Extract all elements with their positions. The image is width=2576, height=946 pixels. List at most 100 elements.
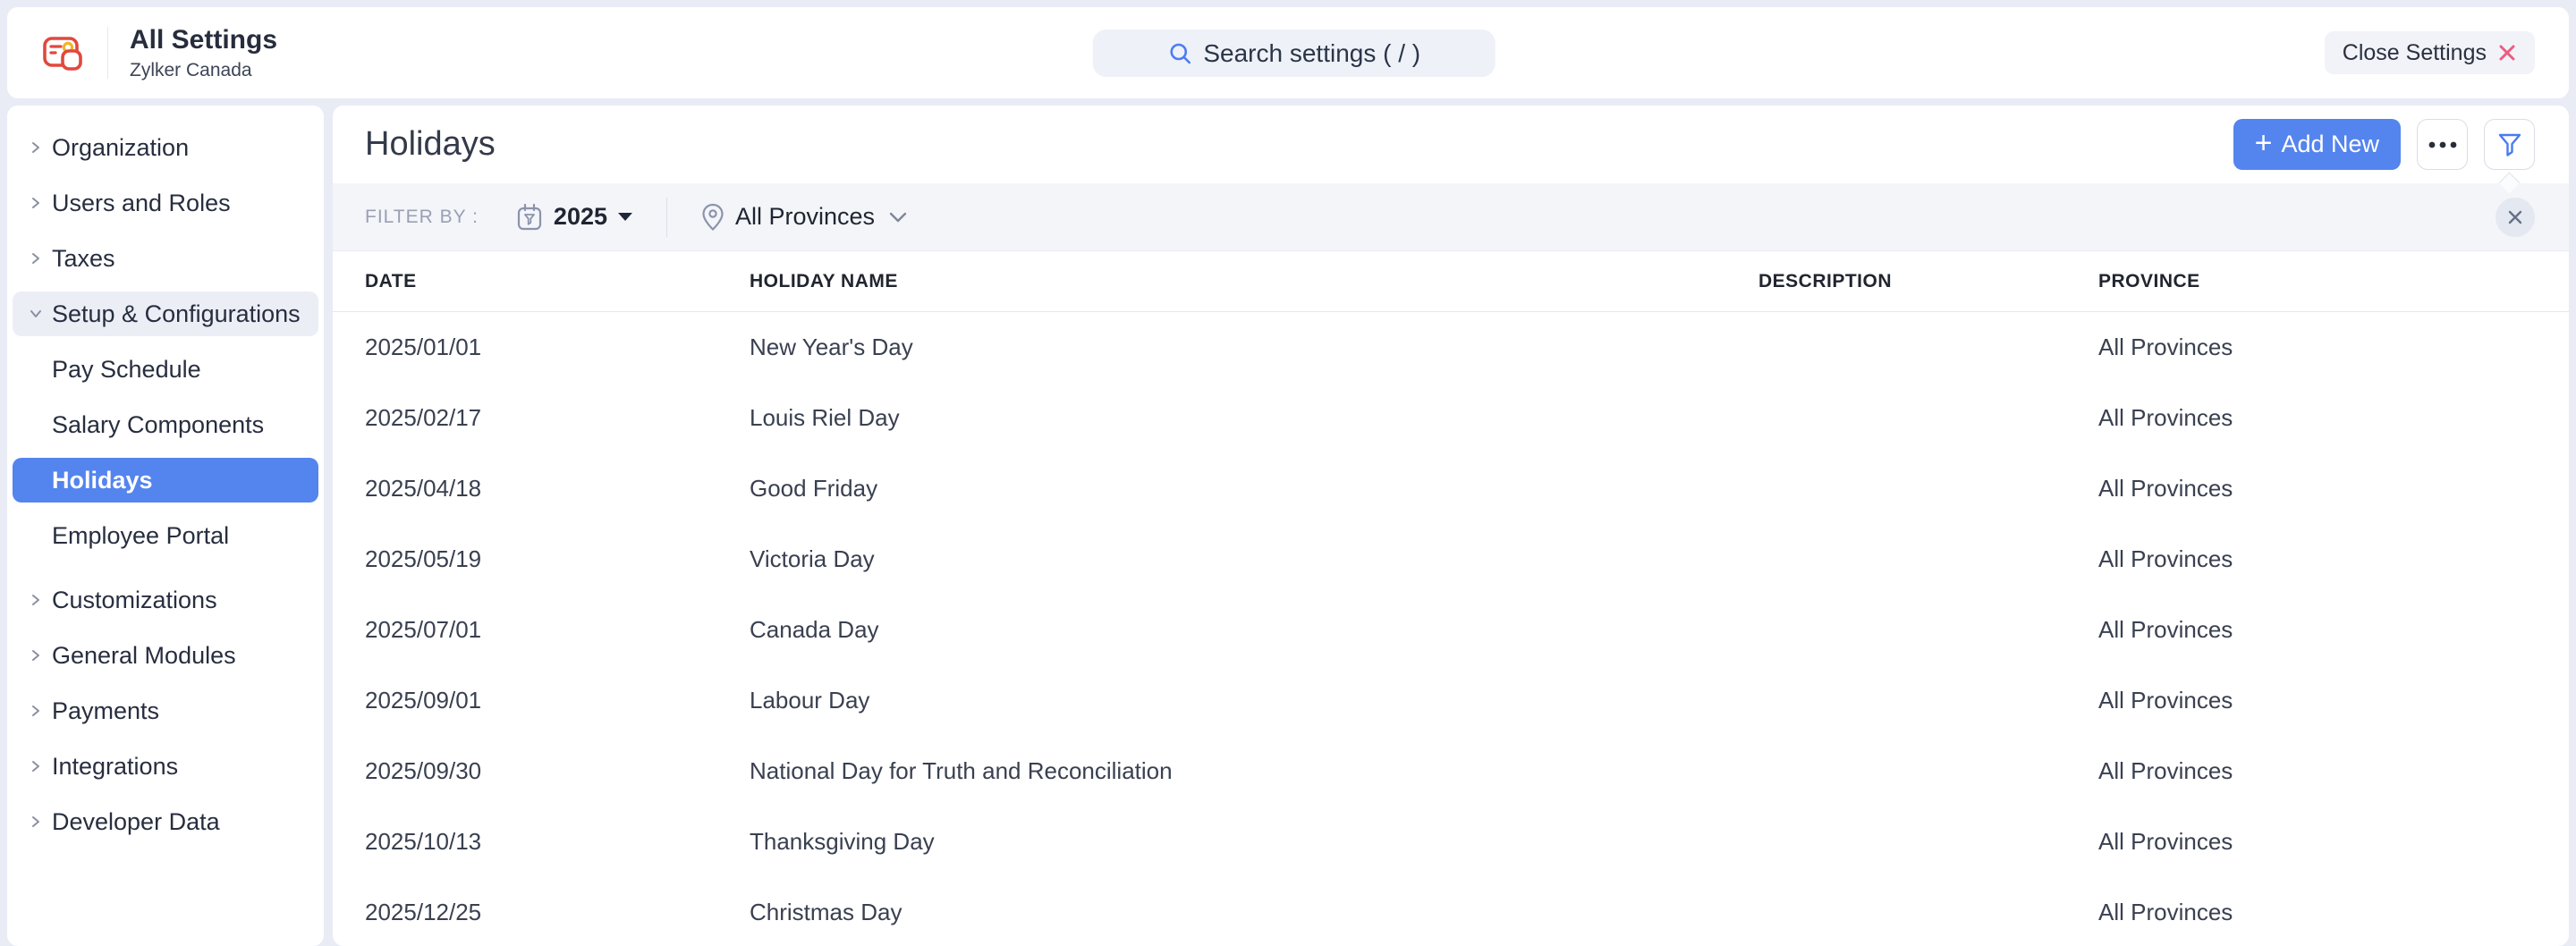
close-icon xyxy=(2497,43,2517,63)
top-header: All Settings Zylker Canada Search settin… xyxy=(7,7,2569,98)
header-divider xyxy=(107,27,108,79)
year-filter-value: 2025 xyxy=(554,203,607,231)
sidebar-item-general-modules[interactable]: General Modules xyxy=(13,633,318,678)
organization-name: Zylker Canada xyxy=(130,60,277,81)
cell-date: 2025/04/18 xyxy=(365,475,750,503)
plus-icon: + xyxy=(2255,128,2273,158)
caret-down-icon xyxy=(618,213,632,221)
cell-holiday-name: Victoria Day xyxy=(750,545,1758,573)
filter-button[interactable] xyxy=(2484,119,2535,170)
year-filter-dropdown[interactable]: 2025 xyxy=(516,203,632,232)
sidebar-item-label: Employee Portal xyxy=(52,522,229,550)
search-input[interactable]: Search settings ( / ) xyxy=(1093,30,1496,77)
payroll-logo-icon xyxy=(41,31,88,74)
cell-province: All Provinces xyxy=(2098,899,2569,926)
clear-filter-button[interactable] xyxy=(2496,198,2535,237)
table-row[interactable]: 2025/07/01 Canada Day All Provinces xyxy=(333,595,2569,665)
cell-province: All Provinces xyxy=(2098,334,2569,361)
sidebar-item-employee-portal[interactable]: Employee Portal xyxy=(13,513,318,558)
table-row[interactable]: 2025/09/30 National Day for Truth and Re… xyxy=(333,736,2569,807)
sidebar-item-customizations[interactable]: Customizations xyxy=(13,578,318,622)
sidebar-item-payments[interactable]: Payments xyxy=(13,688,318,733)
add-new-label: Add New xyxy=(2281,131,2379,158)
sidebar-item-salary-components[interactable]: Salary Components xyxy=(13,402,318,447)
chevron-right-icon xyxy=(29,140,43,155)
table-row[interactable]: 2025/04/18 Good Friday All Provinces xyxy=(333,453,2569,524)
chevron-right-icon xyxy=(29,196,43,210)
table-row[interactable]: 2025/09/01 Labour Day All Provinces xyxy=(333,665,2569,736)
sidebar-item-label: Pay Schedule xyxy=(52,356,201,384)
cell-province: All Provinces xyxy=(2098,828,2569,856)
filter-by-label: FILTER BY : xyxy=(365,207,479,228)
sidebar-item-label: Setup & Configurations xyxy=(52,300,301,328)
cell-province: All Provinces xyxy=(2098,475,2569,503)
cell-date: 2025/09/01 xyxy=(365,687,750,714)
sidebar-item-integrations[interactable]: Integrations xyxy=(13,744,318,789)
table-row[interactable]: 2025/10/13 Thanksgiving Day All Province… xyxy=(333,807,2569,877)
table-header-row: DATE HOLIDAY NAME DESCRIPTION PROVINCE xyxy=(333,251,2569,312)
section-title: Holidays xyxy=(365,125,496,164)
table-row[interactable]: 2025/12/25 Christmas Day All Provinces xyxy=(333,877,2569,946)
province-filter-dropdown[interactable]: All Provinces xyxy=(701,203,907,232)
cell-date: 2025/09/30 xyxy=(365,757,750,785)
holidays-panel: Holidays + Add New FILTER BY : xyxy=(333,106,2569,946)
cell-date: 2025/02/17 xyxy=(365,404,750,432)
cell-date: 2025/10/13 xyxy=(365,828,750,856)
calendar-filter-icon xyxy=(516,203,543,232)
sidebar-item-taxes[interactable]: Taxes xyxy=(13,236,318,281)
table-row[interactable]: 2025/01/01 New Year's Day All Provinces xyxy=(333,312,2569,383)
chevron-right-icon xyxy=(29,593,43,607)
table-row[interactable]: 2025/02/17 Louis Riel Day All Provinces xyxy=(333,383,2569,453)
sidebar-item-users-and-roles[interactable]: Users and Roles xyxy=(13,181,318,225)
settings-sidebar: Organization Users and Roles Taxes Setup… xyxy=(7,106,324,946)
location-pin-icon xyxy=(701,203,724,232)
column-header-holiday-name: HOLIDAY NAME xyxy=(750,271,1758,292)
close-settings-button[interactable]: Close Settings xyxy=(2325,31,2535,74)
filter-divider xyxy=(666,198,667,237)
column-header-date: DATE xyxy=(365,271,750,292)
cell-holiday-name: Christmas Day xyxy=(750,899,1758,926)
cell-province: All Provinces xyxy=(2098,616,2569,644)
sidebar-item-holidays[interactable]: Holidays xyxy=(13,458,318,503)
cell-holiday-name: Thanksgiving Day xyxy=(750,828,1758,856)
cell-date: 2025/05/19 xyxy=(365,545,750,573)
sidebar-item-label: Salary Components xyxy=(52,411,264,439)
sidebar-item-label: Integrations xyxy=(52,753,178,781)
cell-holiday-name: New Year's Day xyxy=(750,334,1758,361)
cell-date: 2025/07/01 xyxy=(365,616,750,644)
more-options-button[interactable] xyxy=(2417,119,2468,170)
cell-holiday-name: Louis Riel Day xyxy=(750,404,1758,432)
column-header-province: PROVINCE xyxy=(2098,271,2569,292)
sidebar-item-developer-data[interactable]: Developer Data xyxy=(13,799,318,844)
holidays-header: Holidays + Add New xyxy=(333,106,2569,183)
sidebar-item-label: Holidays xyxy=(52,467,153,494)
search-placeholder: Search settings ( / ) xyxy=(1203,39,1420,68)
chevron-right-icon xyxy=(29,815,43,829)
sidebar-item-label: Users and Roles xyxy=(52,190,231,217)
cell-date: 2025/01/01 xyxy=(365,334,750,361)
cell-holiday-name: National Day for Truth and Reconciliatio… xyxy=(750,757,1758,785)
close-settings-label: Close Settings xyxy=(2343,40,2487,66)
province-filter-value: All Provinces xyxy=(735,203,875,231)
sidebar-item-organization[interactable]: Organization xyxy=(13,125,318,170)
sidebar-item-label: Taxes xyxy=(52,245,115,273)
cell-province: All Provinces xyxy=(2098,687,2569,714)
cell-province: All Provinces xyxy=(2098,404,2569,432)
chevron-right-icon xyxy=(29,704,43,718)
chevron-down-icon xyxy=(29,307,43,321)
chevron-right-icon xyxy=(29,648,43,663)
chevron-right-icon xyxy=(29,759,43,773)
sidebar-item-label: Customizations xyxy=(52,587,217,614)
sidebar-item-label: Payments xyxy=(52,697,159,725)
add-new-button[interactable]: + Add New xyxy=(2233,119,2401,170)
cell-holiday-name: Labour Day xyxy=(750,687,1758,714)
holidays-table-body: 2025/01/01 New Year's Day All Provinces … xyxy=(333,312,2569,946)
ellipsis-icon xyxy=(2428,140,2458,149)
search-icon xyxy=(1167,41,1192,66)
sidebar-item-label: General Modules xyxy=(52,642,236,670)
page-title: All Settings xyxy=(130,24,277,56)
sidebar-item-pay-schedule[interactable]: Pay Schedule xyxy=(13,347,318,392)
sidebar-item-setup-and-configurations[interactable]: Setup & Configurations xyxy=(13,291,318,336)
cell-province: All Provinces xyxy=(2098,757,2569,785)
table-row[interactable]: 2025/05/19 Victoria Day All Provinces xyxy=(333,524,2569,595)
